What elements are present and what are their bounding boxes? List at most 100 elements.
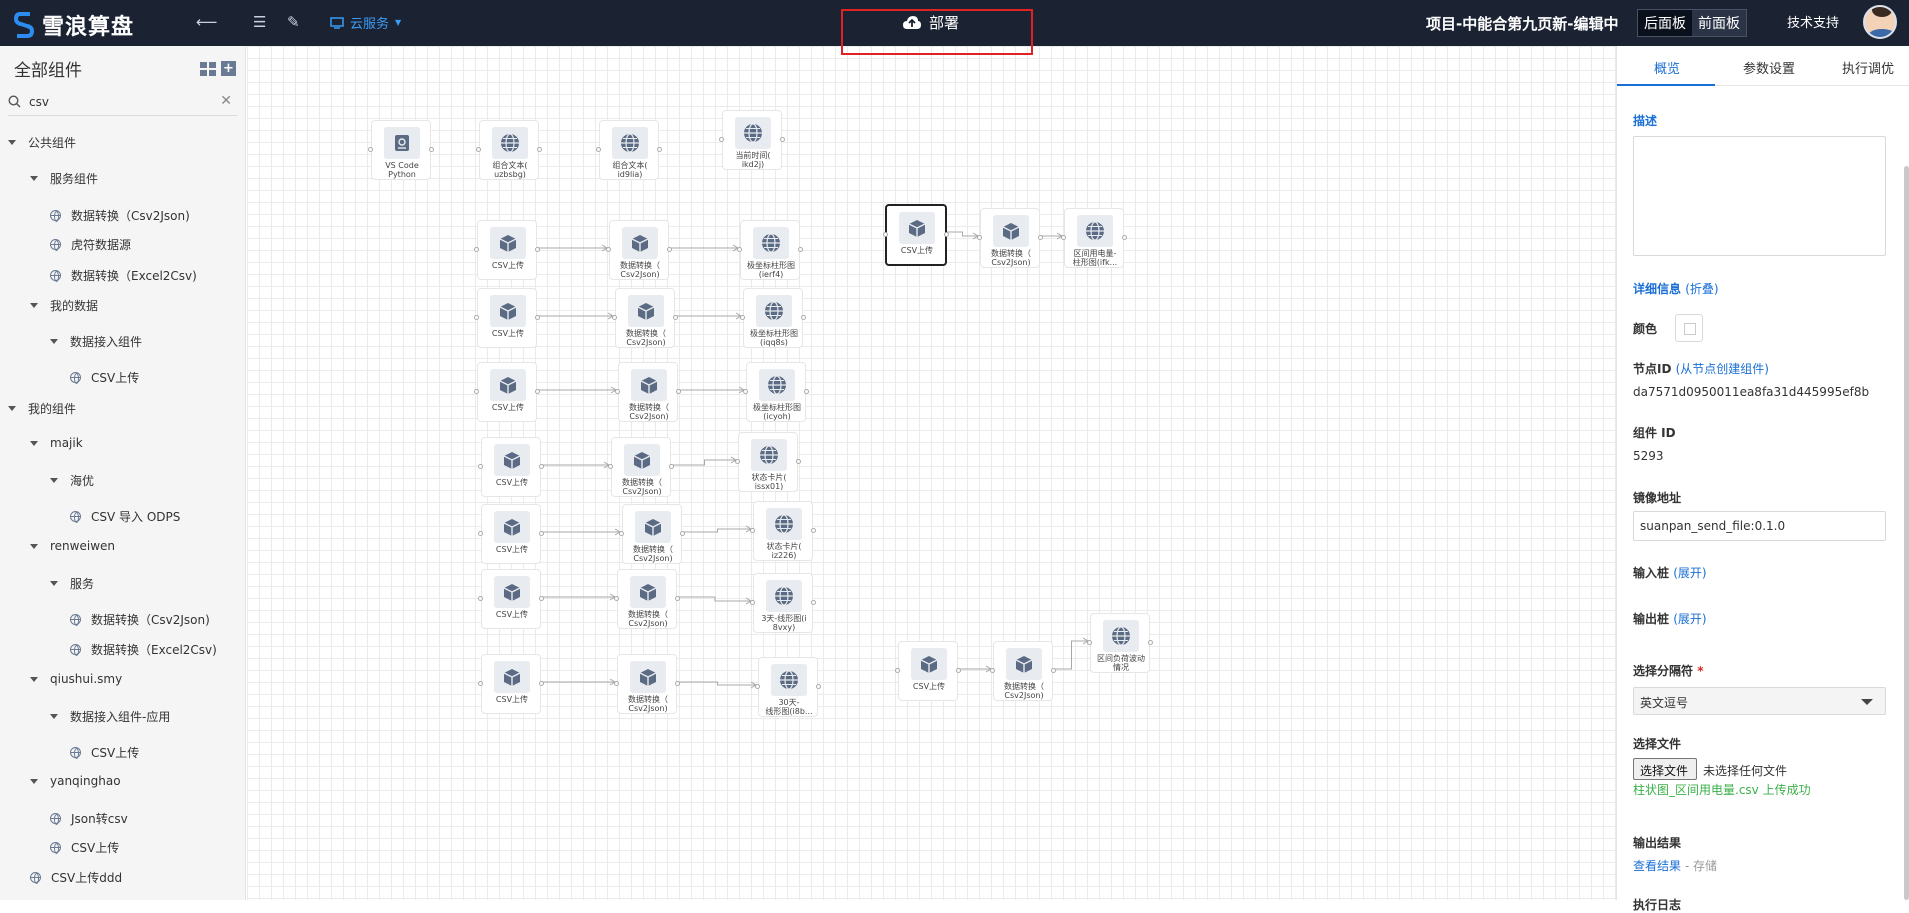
input-port[interactable]	[614, 596, 619, 601]
back-panel-button[interactable]: 后面板	[1638, 10, 1692, 36]
output-port[interactable]	[429, 147, 434, 152]
description-textarea[interactable]	[1633, 136, 1886, 256]
search-input[interactable]	[29, 94, 209, 109]
flow-node[interactable]: 数据转换（ Csv2Json)	[990, 641, 1056, 701]
input-port[interactable]	[368, 147, 373, 152]
output-port[interactable]	[796, 459, 801, 464]
flow-node[interactable]: 3天-线形图(i 8vxy)	[750, 573, 816, 633]
output-port[interactable]	[539, 681, 544, 686]
flow-node[interactable]: 状态卡片( issx01)	[735, 432, 801, 492]
flow-node[interactable]: CSV上传	[474, 362, 540, 422]
flow-node[interactable]: CSV上传	[478, 569, 544, 629]
output-port[interactable]	[944, 232, 949, 237]
connection-edge[interactable]	[679, 596, 751, 602]
input-port[interactable]	[474, 247, 479, 252]
output-port[interactable]	[675, 681, 680, 686]
tree-item[interactable]: 数据转换（Excel2Csv)	[70, 641, 217, 658]
input-port[interactable]	[737, 247, 742, 252]
tree-folder[interactable]: 数据接入组件	[50, 333, 142, 350]
caret-down-icon[interactable]	[50, 478, 58, 483]
caret-down-icon[interactable]	[50, 581, 58, 586]
flow-node[interactable]: CSV上传	[883, 204, 949, 266]
create-component-link[interactable]: (从节点创建组件)	[1676, 362, 1769, 376]
flow-node[interactable]: 极坐标柱形图 (iqq8s)	[740, 288, 806, 348]
tree-item[interactable]: CSV 导入 ODPS	[70, 508, 180, 525]
input-port[interactable]	[990, 668, 995, 673]
tab-tuning[interactable]: 执行调优	[1842, 58, 1894, 77]
tree-item[interactable]: 数据转换（Csv2Json)	[50, 207, 190, 224]
tree-item[interactable]: CSV上传	[50, 839, 119, 856]
flow-node[interactable]: CSV上传	[895, 641, 961, 701]
logo[interactable]: 雪浪算盘	[14, 9, 134, 41]
input-port[interactable]	[478, 531, 483, 536]
caret-down-icon[interactable]	[50, 714, 58, 719]
input-port[interactable]	[606, 247, 611, 252]
input-port[interactable]	[719, 137, 724, 142]
input-port[interactable]	[743, 389, 748, 394]
output-port[interactable]	[956, 668, 961, 673]
input-port[interactable]	[977, 235, 982, 240]
separator-select[interactable]: 英文逗号	[1633, 687, 1886, 715]
flow-node[interactable]: 30天- 线形图(i8b...	[755, 657, 821, 717]
tree-folder[interactable]: renweiwen	[30, 539, 115, 553]
output-port[interactable]	[667, 247, 672, 252]
output-port[interactable]	[657, 147, 662, 152]
output-port[interactable]	[535, 247, 540, 252]
tab-overview[interactable]: 概览	[1654, 58, 1680, 77]
detail-info-label[interactable]: 详细信息 (折叠)	[1633, 280, 1719, 297]
output-port[interactable]	[535, 389, 540, 394]
flow-node[interactable]: 当前时间( ikd2j)	[719, 110, 785, 170]
input-port[interactable]	[750, 600, 755, 605]
tree-folder[interactable]: qiushui.smy	[30, 672, 122, 686]
flow-node[interactable]: CSV上传	[474, 220, 540, 280]
tree-folder[interactable]: yanqinghao	[30, 774, 121, 788]
input-port[interactable]	[478, 681, 483, 686]
output-port[interactable]	[1038, 235, 1043, 240]
tree-item[interactable]: CSV上传ddd	[30, 869, 122, 886]
input-port[interactable]	[608, 464, 613, 469]
input-port[interactable]	[478, 464, 483, 469]
output-port[interactable]	[811, 528, 816, 533]
input-port[interactable]	[755, 684, 760, 689]
flow-node[interactable]: 组合文本( uzbsbg)	[476, 120, 542, 180]
clear-search-icon[interactable]: ✕	[220, 93, 232, 109]
flow-node[interactable]: 区间用电量- 柱形图(ifk...	[1061, 208, 1127, 268]
caret-down-icon[interactable]	[30, 543, 38, 549]
input-port[interactable]	[476, 147, 481, 152]
flow-node[interactable]: VS Code Python	[368, 120, 434, 180]
caret-down-icon[interactable]	[30, 676, 38, 682]
magic-wand-icon[interactable]: ✎	[287, 13, 300, 31]
output-port[interactable]	[675, 596, 680, 601]
output-port[interactable]	[798, 247, 803, 252]
output-port[interactable]	[804, 389, 809, 394]
output-port[interactable]	[1122, 235, 1127, 240]
tree-item[interactable]: 数据转换（Csv2Json)	[70, 611, 210, 628]
avatar[interactable]	[1863, 5, 1897, 39]
output-port[interactable]	[676, 389, 681, 394]
connection-edge[interactable]	[673, 459, 736, 466]
flow-node[interactable]: 数据转换（ Csv2Json)	[608, 437, 674, 497]
output-ports-expand[interactable]: (展开)	[1673, 612, 1706, 626]
flow-node[interactable]: 数据转换（ Csv2Json)	[606, 220, 672, 280]
output-port[interactable]	[539, 596, 544, 601]
input-port[interactable]	[740, 315, 745, 320]
output-port[interactable]	[673, 315, 678, 320]
tree-item[interactable]: 数据转换（Excel2Csv)	[50, 267, 197, 284]
caret-down-icon[interactable]	[50, 339, 58, 344]
add-component-icon[interactable]: +	[221, 61, 236, 76]
output-port[interactable]	[1148, 640, 1153, 645]
flow-node[interactable]: 数据转换（ Csv2Json)	[977, 208, 1043, 268]
input-port[interactable]	[883, 232, 888, 237]
output-port[interactable]	[535, 315, 540, 320]
connection-edge[interactable]	[684, 528, 751, 533]
connection-edge[interactable]	[679, 681, 756, 686]
caret-down-icon[interactable]	[30, 778, 38, 784]
flow-node[interactable]: 数据转换（ Csv2Json)	[614, 654, 680, 714]
caret-down-icon[interactable]	[30, 303, 38, 308]
output-port[interactable]	[537, 147, 542, 152]
flow-canvas[interactable]: VS Code Python 组合文本( uzbsbg) 组合文本( id9lia)…	[247, 46, 1616, 900]
front-panel-button[interactable]: 前面板	[1692, 10, 1746, 36]
input-port[interactable]	[474, 389, 479, 394]
tree-folder[interactable]: 服务组件	[30, 170, 98, 187]
view-result-link[interactable]: 查看结果	[1633, 859, 1681, 873]
